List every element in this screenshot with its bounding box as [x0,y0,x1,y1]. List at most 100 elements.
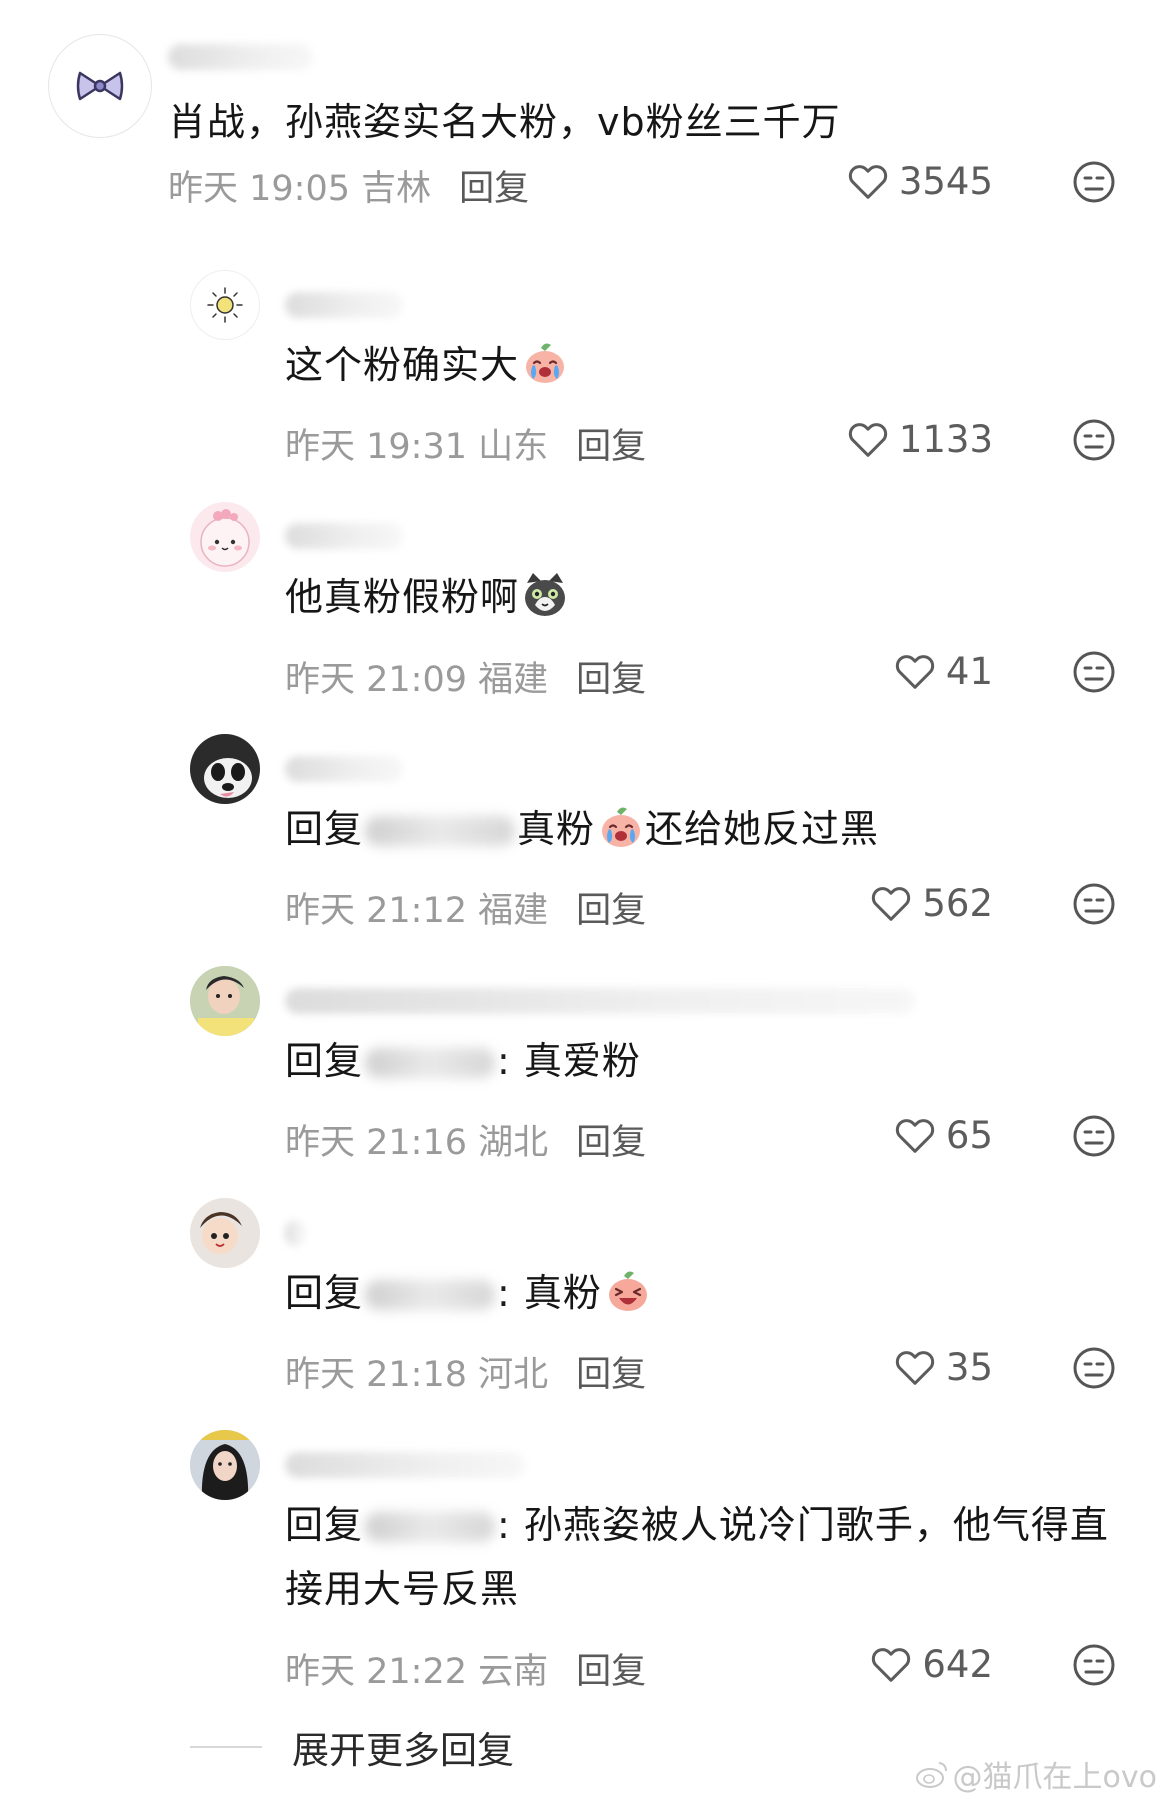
dislike-face-icon[interactable] [1070,1344,1118,1392]
reply-button[interactable]: 回复 [576,1123,646,1163]
laughing-peach-emoji-icon [608,1271,647,1311]
comment-meta: 昨天 21:09 福建 回复 [285,651,646,702]
weibo-logo-icon [915,1762,947,1788]
comment-text: 这个粉确实大 [285,333,569,397]
comment-time-location: 昨天 21:16 湖北 [285,1123,549,1163]
avatar[interactable] [190,734,260,804]
comment-time-location: 昨天 19:05 吉林 [168,169,432,209]
comment-time-location: 昨天 21:22 云南 [285,1652,549,1692]
dislike-face-icon[interactable] [1070,1112,1118,1160]
mentioned-user-blurred[interactable] [365,816,516,846]
divider-line [190,1746,262,1748]
username-blurred[interactable] [285,523,403,549]
panda-icon [190,734,260,804]
avatar[interactable] [190,966,260,1036]
heart-icon [872,1648,911,1682]
reply-button[interactable]: 回复 [576,1355,646,1395]
like-count: 1133 [898,417,993,461]
comment-meta: 昨天 21:16 湖北 回复 [285,1114,646,1165]
like-count: 65 [945,1113,993,1157]
avatar[interactable] [190,502,260,572]
avatar[interactable] [190,270,260,340]
avatar[interactable] [48,34,152,138]
crying-peach-emoji-icon [526,343,565,383]
reply-prefix: 回复 [285,1271,364,1315]
comment-time-location: 昨天 21:09 福建 [285,660,549,700]
reply-button[interactable]: 回复 [459,169,529,209]
girl-icon [190,1430,260,1500]
comment-text-end: 还给她反过黑 [645,807,880,851]
like-button[interactable]: 3545 [845,158,993,204]
reply-prefix: 回复 [285,1039,364,1083]
comment-text-content: 这个粉确实大 [285,343,520,387]
heart-icon [895,655,935,689]
cat-emoji-icon [525,573,566,616]
comment-meta: 昨天 19:05 吉林 回复 [168,160,529,211]
heart-icon [872,887,911,921]
watermark-text: @猫爪在上ovo [952,1760,1157,1795]
like-count: 642 [922,1642,993,1686]
like-button[interactable]: 642 [868,1641,993,1687]
username-blurred[interactable] [285,988,915,1014]
comment-meta: 昨天 19:31 山东 回复 [285,418,646,469]
reply-button[interactable]: 回复 [576,891,646,931]
crying-peach-emoji-icon [602,807,641,847]
heart-icon [895,1119,935,1153]
mentioned-user-blurred[interactable] [365,1048,496,1078]
comment-text: 回复 : 真爱粉 [285,1029,641,1093]
username-blurred[interactable] [285,756,403,782]
comment-meta: 昨天 21:12 福建 回复 [285,882,646,933]
like-count: 35 [945,1345,993,1389]
person-icon [190,966,260,1036]
like-count: 3545 [898,159,993,203]
comment-meta: 昨天 21:22 云南 回复 [285,1643,646,1694]
reply-prefix: 回复 [285,807,364,851]
reply-button[interactable]: 回复 [576,660,646,700]
avatar[interactable] [190,1198,260,1268]
comment-text: 回复: 孙燕姿被人说冷门歌手，他气得直接用大号反黑 [285,1493,1115,1621]
avatar[interactable] [190,1430,260,1500]
reply-button[interactable]: 回复 [576,427,646,467]
expand-more-replies[interactable]: 展开更多回复 [190,1720,514,1774]
dislike-face-icon[interactable] [1070,880,1118,928]
like-button[interactable]: 41 [892,648,993,694]
mentioned-user-blurred[interactable] [365,1280,496,1310]
watermark: @猫爪在上ovo [915,1752,1157,1796]
heart-icon [895,1351,935,1385]
like-button[interactable]: 65 [892,1112,993,1158]
dislike-face-icon[interactable] [1070,158,1118,206]
like-button[interactable]: 562 [868,880,993,926]
comment-text-content: 真粉 [517,807,596,851]
username-blurred[interactable] [285,1452,525,1478]
like-button[interactable]: 35 [892,1344,993,1390]
mentioned-user-blurred[interactable] [365,1512,496,1542]
comment-text-content: : 真爱粉 [497,1039,641,1083]
username-blurred[interactable] [285,292,403,318]
comment-time-location: 昨天 21:12 福建 [285,891,549,931]
heart-icon [848,165,887,199]
like-count: 562 [922,881,993,925]
expand-more-label: 展开更多回复 [292,1729,514,1772]
comment-meta: 昨天 21:18 河北 回复 [285,1346,646,1397]
username-blurred[interactable] [168,44,313,70]
dislike-face-icon[interactable] [1070,416,1118,464]
sun-icon [207,287,243,323]
username-blurred[interactable] [285,1220,305,1246]
comment-time-location: 昨天 19:31 山东 [285,427,549,467]
reply-button[interactable]: 回复 [576,1652,646,1692]
like-count: 41 [945,649,993,693]
comment-text: 肖战，孙燕姿实名大粉，vb粉丝三千万 [168,100,841,144]
comment-text: 回复 真粉 还给她反过黑 [285,797,879,861]
bow-icon [76,71,124,101]
comment-text-content: : 真粉 [497,1271,602,1315]
dislike-face-icon[interactable] [1070,648,1118,696]
dislike-face-icon[interactable] [1070,1641,1118,1689]
reply-prefix: 回复 [285,1503,364,1547]
pink-creature-icon [200,509,250,567]
comment-text: 回复 : 真粉 [285,1261,652,1325]
like-button[interactable]: 1133 [845,416,993,462]
heart-icon [848,423,887,457]
comment-time-location: 昨天 21:18 河北 [285,1355,549,1395]
cartoon-icon [190,1198,260,1268]
comment-text-content: 他真粉假粉啊 [285,575,520,619]
